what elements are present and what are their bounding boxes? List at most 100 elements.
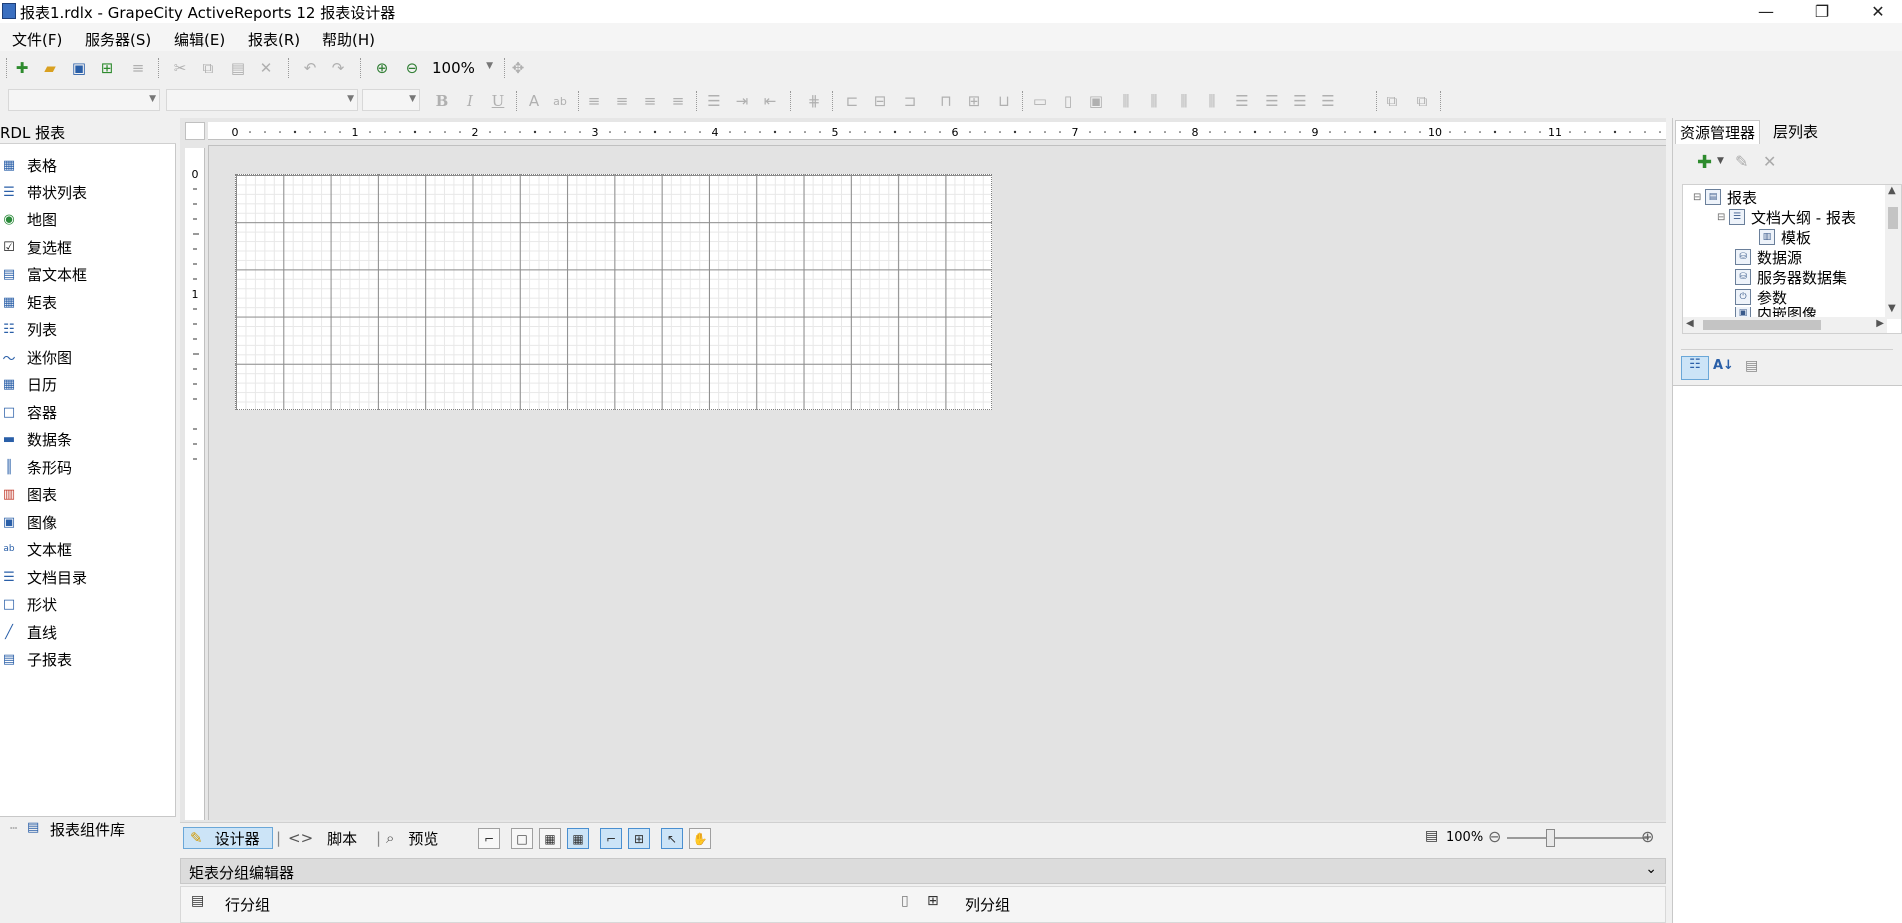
toolbox-item-matrix[interactable]: ▦ 矩表 — [0, 289, 176, 315]
toolbox-item-sparkline[interactable]: 〜迷你图 — [0, 344, 176, 370]
toolbox-item-banded-list[interactable]: ☰ 带状列表 — [0, 179, 176, 205]
menu-help[interactable]: 帮助(H) — [322, 29, 375, 50]
bullet-list-icon[interactable]: ☰ — [704, 91, 724, 111]
chevron-left-icon[interactable]: ◀ — [1686, 318, 1694, 329]
toolbox-item-line[interactable]: ╱ 直线 — [0, 619, 176, 645]
align-left-icon[interactable]: ≡ — [584, 91, 604, 111]
font-size-combo[interactable]: ▼ — [362, 89, 420, 111]
align-bottoms-icon[interactable]: ⊔ — [994, 91, 1014, 111]
bold-icon[interactable]: B — [432, 91, 452, 111]
script-tab[interactable]: <> 脚本 — [288, 827, 378, 849]
menu-server[interactable]: 服务器(S) — [85, 29, 151, 50]
toolbox-item-toc[interactable]: ☰ 文档目录 — [0, 564, 176, 590]
send-to-back-icon[interactable]: ⧉ — [1412, 91, 1432, 111]
tree-node-report[interactable]: ⊟ ▤ 报表 — [1693, 187, 1757, 207]
highlight-icon[interactable]: ab — [550, 91, 570, 111]
pointer-icon[interactable]: ↖ — [661, 828, 683, 849]
toolbox-item-list[interactable]: ☷ 列表 — [0, 316, 176, 342]
save-icon[interactable]: ▣ — [69, 58, 89, 78]
delete-icon[interactable]: ✕ — [256, 58, 276, 78]
zoom-out-button[interactable]: ⊖ — [1488, 827, 1501, 846]
font-color-icon[interactable]: A — [524, 91, 544, 111]
align-lefts-icon[interactable]: ⊏ — [842, 91, 862, 111]
new-report-icon[interactable]: ✚ — [12, 58, 32, 78]
zoom-in-button[interactable]: ⊕ — [1641, 827, 1654, 846]
toolbox-item-barcode[interactable]: ║ 条形码 — [0, 454, 176, 480]
designer-tab[interactable]: ✎ 设计器 — [183, 827, 273, 849]
close-button[interactable]: ✕ — [1855, 0, 1901, 23]
same-size-icon[interactable]: ▣ — [1086, 91, 1106, 111]
toolbox-item-table[interactable]: ▦ 表格 — [0, 152, 176, 178]
vspace-remove-icon[interactable]: ☰ — [1318, 91, 1338, 111]
toolbox-item-subreport[interactable]: ▤ 子报表 — [0, 646, 176, 672]
preview-tab[interactable]: ⌕ 预览 — [386, 827, 476, 849]
hand-icon[interactable]: ✋ — [689, 828, 711, 849]
tree-vscrollbar[interactable]: ▲ ▼ — [1885, 185, 1901, 319]
align-grid-icon[interactable]: ⋕ — [804, 91, 824, 111]
tree-node-data-source[interactable]: ⛁ 数据源 — [1735, 247, 1802, 267]
tab-layer-list[interactable]: 层列表 — [1769, 120, 1822, 144]
vspace-dec-icon[interactable]: ☰ — [1290, 91, 1310, 111]
same-width-icon[interactable]: ▭ — [1030, 91, 1050, 111]
delete-icon[interactable]: ✕ — [1763, 152, 1776, 171]
align-centers-icon[interactable]: ⊟ — [870, 91, 890, 111]
font-family-combo[interactable]: ▼ — [8, 89, 160, 111]
indent-icon[interactable]: ⇥ — [732, 91, 752, 111]
open-icon[interactable]: ▰ — [40, 58, 60, 78]
tree-node-parameters[interactable]: ⏻ 参数 — [1735, 287, 1787, 307]
add-item-icon[interactable]: ⊞ — [97, 58, 117, 78]
same-height-icon[interactable]: ▯ — [1058, 91, 1078, 111]
toolbox-item-checkbox[interactable]: ☑ 复选框 — [0, 234, 176, 260]
menu-edit[interactable]: 编辑(E) — [174, 29, 225, 50]
toolbox-item-shape[interactable]: □ 形状 — [0, 591, 176, 617]
move-icon[interactable]: ✥ — [508, 58, 528, 78]
toolbox-item-calendar[interactable]: ▦ 日历 — [0, 371, 176, 397]
justify-icon[interactable]: ≡ — [668, 91, 688, 111]
undo-icon[interactable]: ↶ — [300, 58, 320, 78]
scroll-thumb[interactable] — [1888, 207, 1898, 229]
chevron-down-icon[interactable]: ▼ — [1888, 303, 1896, 314]
report-body[interactable] — [235, 174, 992, 410]
property-grid[interactable] — [1672, 385, 1902, 923]
chevron-down-icon[interactable]: ⌄ — [1645, 861, 1657, 877]
hspace-inc-icon[interactable]: ⫼ — [1144, 91, 1164, 111]
redo-icon[interactable]: ↷ — [328, 58, 348, 78]
style-combo[interactable]: ▼ — [166, 89, 358, 111]
align-middles-icon[interactable]: ⊞ — [964, 91, 984, 111]
vspace-equal-icon[interactable]: ☰ — [1232, 91, 1252, 111]
toolbox-item-image[interactable]: ▣ 图像 — [0, 509, 176, 535]
tree-hscrollbar[interactable]: ◀ ▶ — [1683, 317, 1887, 333]
tree-node-template[interactable]: ▥ 模板 — [1759, 227, 1811, 247]
underline-icon[interactable]: U — [488, 91, 508, 111]
row-group-add-icon[interactable]: ▯ — [901, 893, 909, 909]
toolbox-item-chart[interactable]: ▥ 图表 — [0, 481, 176, 507]
snap-grid-icon[interactable]: ⊞ — [628, 828, 650, 849]
categorized-icon[interactable]: ☷ — [1681, 356, 1709, 380]
toolbox-item-textbox[interactable]: ab 文本框 — [0, 536, 176, 562]
sort-az-icon[interactable]: A↓ — [1713, 358, 1734, 373]
edit-icon[interactable]: ✎ — [1735, 152, 1748, 171]
cut-icon[interactable]: ✂ — [170, 58, 190, 78]
zoom-combo[interactable]: 100% ▼ — [428, 57, 496, 79]
tree-node-server-dataset[interactable]: ⛁ 服务器数据集 — [1735, 267, 1847, 287]
toolbox-item-map[interactable]: ◉ 地图 — [0, 206, 176, 232]
chevron-right-icon[interactable]: ▶ — [1876, 318, 1884, 329]
align-rights-icon[interactable]: ⊐ — [900, 91, 920, 111]
vspace-inc-icon[interactable]: ☰ — [1262, 91, 1282, 111]
zoom-slider-track[interactable] — [1507, 837, 1649, 839]
hspace-dec-icon[interactable]: ⫼ — [1174, 91, 1194, 111]
toolbox-item-rich-textbox[interactable]: ▤ 富文本框 — [0, 261, 176, 287]
tab-report-explorer[interactable]: 资源管理器 — [1675, 120, 1761, 144]
hspace-equal-icon[interactable]: ⫼ — [1116, 91, 1136, 111]
grid-icon[interactable]: ▦ — [567, 828, 589, 849]
menu-report[interactable]: 报表(R) — [248, 29, 300, 50]
frame-icon[interactable]: □ — [511, 828, 533, 849]
zoom-out-icon[interactable]: ⊖ — [402, 58, 422, 78]
add-icon[interactable]: ✚ — [1697, 152, 1712, 173]
toolbox-item-container[interactable]: □ 容器 — [0, 399, 176, 425]
paste-icon[interactable]: ▤ — [228, 58, 248, 78]
restore-button[interactable]: ❐ — [1799, 0, 1845, 23]
copy-icon[interactable]: ⧉ — [198, 58, 218, 78]
snap-lines-icon[interactable]: ⌐ — [600, 828, 622, 849]
property-pages-icon[interactable]: ▤ — [1745, 358, 1758, 374]
